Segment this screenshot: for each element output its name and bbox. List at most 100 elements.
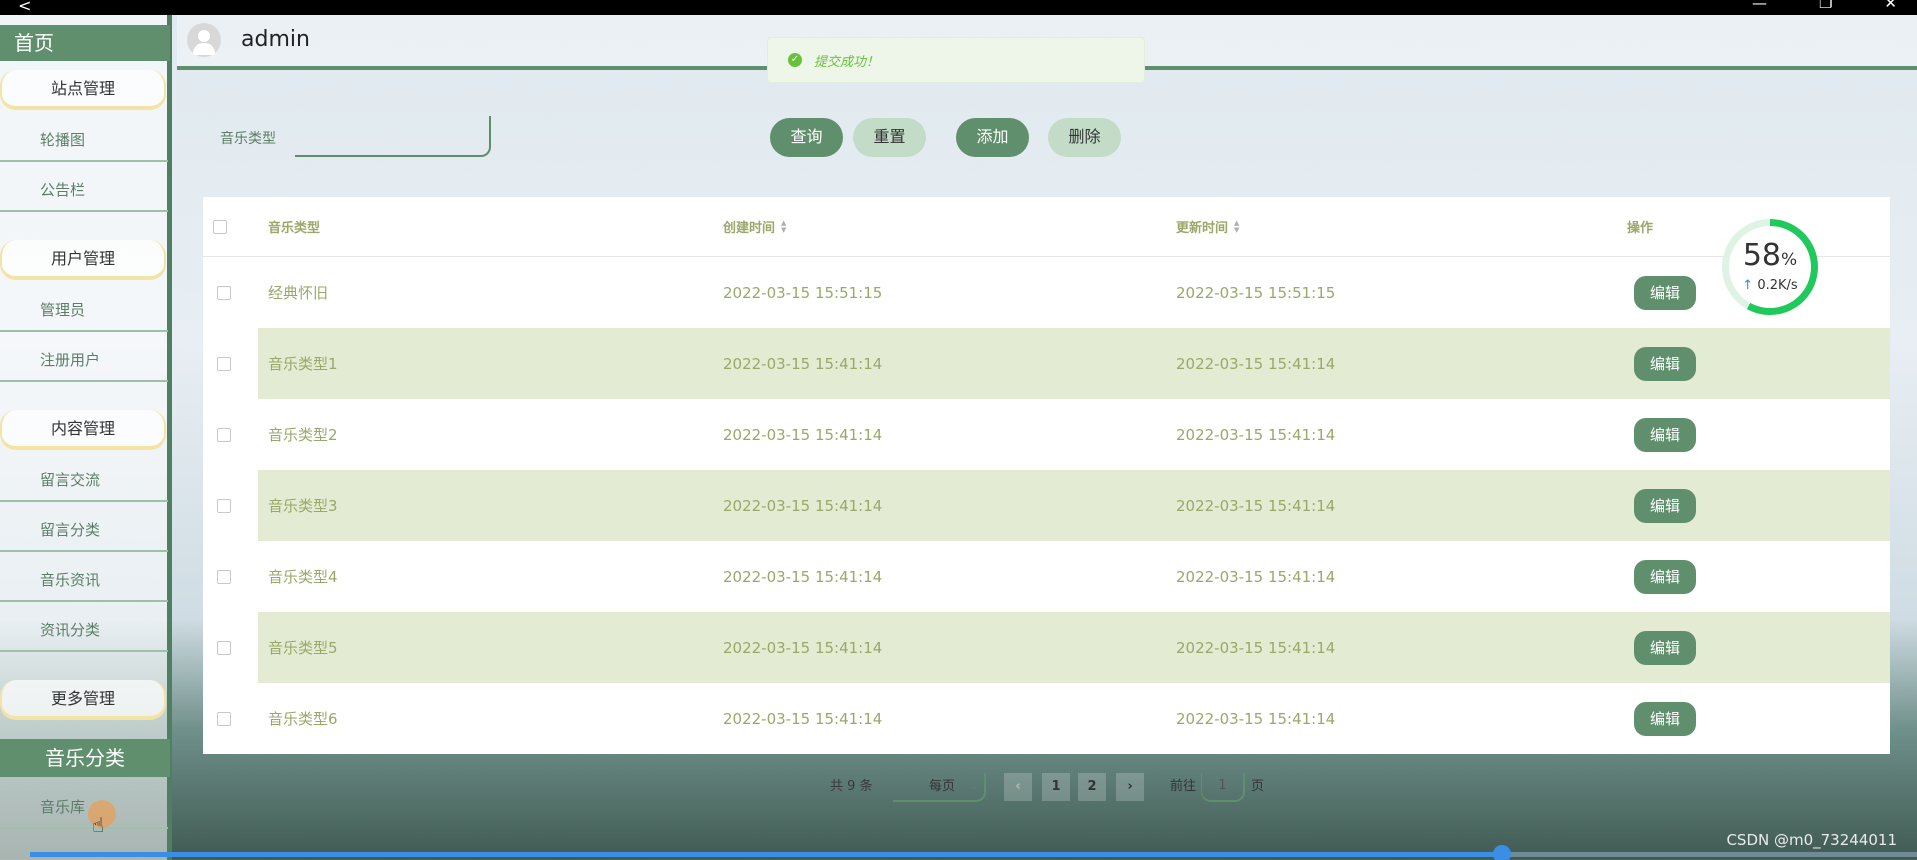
cell-type: 音乐类型3: [268, 497, 338, 515]
sidebar-group-music-category[interactable]: 音乐分类: [0, 739, 170, 777]
cell-updated: 2022-03-15 15:41:14: [1176, 709, 1336, 728]
goto-page-input[interactable]: 1: [1201, 773, 1245, 802]
select-all-checkbox[interactable]: [213, 219, 227, 234]
watermark: CSDN @m0_73244011: [1726, 831, 1897, 849]
gauge-speed: ↑ 0.2K/s: [1742, 278, 1798, 293]
sidebar-item-notice[interactable]: 公告栏: [0, 170, 168, 212]
back-icon[interactable]: <: [18, 0, 31, 15]
sort-icon[interactable]: ▲ ▼: [1234, 219, 1239, 234]
sidebar: 首页 站点管理 轮播图 公告栏 用户管理 管理员 注册用户 内容管理 留言交流 …: [0, 15, 172, 860]
next-page-button[interactable]: ›: [1116, 773, 1144, 801]
table-body: 经典怀旧 2022-03-15 15:51:15 2022-03-15 15:51:…: [203, 257, 1890, 754]
video-progress-fill: [30, 852, 1502, 857]
header-created[interactable]: 创建时间 ▲ ▼: [723, 197, 786, 256]
edit-button[interactable]: 编辑: [1634, 559, 1696, 594]
query-button[interactable]: 查询: [770, 118, 843, 157]
table-row: 音乐类型1 2022-03-15 15:41:14 2022-03-15 15:41…: [203, 328, 1890, 399]
sidebar-home[interactable]: 首页: [0, 25, 170, 61]
sidebar-item-registered-users[interactable]: 注册用户: [0, 340, 168, 382]
cell-action: 编辑: [1634, 541, 1696, 612]
cell-created: 2022-03-15 15:41:14: [723, 425, 883, 444]
sidebar-item-music-news[interactable]: 音乐资讯: [0, 560, 168, 602]
music-type-table: 音乐类型 创建时间 ▲ ▼ 更新时间 ▲ ▼ 操作 经典怀旧 2022-03-15 15:…: [203, 197, 1890, 754]
page-2-button[interactable]: 2: [1078, 773, 1106, 801]
sidebar-item-admin[interactable]: 管理员: [0, 290, 168, 332]
cell-created: 2022-03-15 15:41:14: [723, 638, 883, 657]
cell-action: 编辑: [1634, 328, 1696, 399]
table-row: 音乐类型5 2022-03-15 15:41:14 2022-03-15 15:41…: [203, 612, 1890, 683]
sidebar-group-site[interactable]: 站点管理: [0, 70, 166, 110]
gauge-percent: 58%: [1742, 238, 1798, 273]
cell-updated: 2022-03-15 15:41:14: [1176, 496, 1336, 515]
page-unit-label: 页: [1251, 779, 1265, 794]
edit-button[interactable]: 编辑: [1634, 488, 1696, 523]
cell-type: 音乐类型6: [268, 710, 338, 728]
table-row: 音乐类型6 2022-03-15 15:41:14 2022-03-15 15:41…: [203, 683, 1890, 754]
row-checkbox[interactable]: [217, 427, 231, 442]
cell-created: 2022-03-15 15:41:14: [723, 709, 883, 728]
delete-button[interactable]: 删除: [1048, 118, 1121, 157]
sidebar-item-music-library[interactable]: 音乐库: [0, 787, 168, 829]
row-checkbox[interactable]: [217, 711, 231, 726]
row-checkbox[interactable]: [217, 285, 231, 300]
cell-created: 2022-03-15 15:41:14: [723, 354, 883, 373]
chevron-down-icon: ⌄: [969, 781, 978, 792]
edit-button[interactable]: 编辑: [1634, 701, 1696, 736]
cell-action: 编辑: [1634, 257, 1696, 328]
music-type-input[interactable]: [295, 116, 491, 157]
sidebar-group-more[interactable]: 更多管理: [0, 680, 166, 720]
cell-updated: 2022-03-15 15:41:14: [1176, 638, 1336, 657]
edit-button[interactable]: 编辑: [1634, 346, 1696, 381]
network-speed-gauge: 58% ↑ 0.2K/s: [1722, 219, 1818, 315]
cell-updated: 2022-03-15 15:51:15: [1176, 283, 1336, 302]
cell-type: 经典怀旧: [268, 284, 329, 302]
search-label: 音乐类型: [220, 131, 276, 147]
table-row: 经典怀旧 2022-03-15 15:51:15 2022-03-15 15:51:…: [203, 257, 1890, 328]
row-checkbox[interactable]: [217, 356, 231, 371]
table-row: 音乐类型4 2022-03-15 15:41:14 2022-03-15 15:41…: [203, 541, 1890, 612]
cell-updated: 2022-03-15 15:41:14: [1176, 567, 1336, 586]
cell-action: 编辑: [1634, 683, 1696, 754]
upload-arrow-icon: ↑: [1742, 278, 1754, 293]
header-updated[interactable]: 更新时间 ▲ ▼: [1176, 197, 1239, 256]
cell-updated: 2022-03-15 15:41:14: [1176, 425, 1336, 444]
page-1-button[interactable]: 1: [1042, 773, 1070, 801]
success-toast: ✓ 提交成功！: [767, 37, 1145, 83]
toast-message: 提交成功！: [814, 55, 880, 70]
window-titlebar: < — ❐ ✕: [0, 0, 1917, 15]
table-row: 音乐类型2 2022-03-15 15:41:14 2022-03-15 15:41…: [203, 399, 1890, 470]
cell-created: 2022-03-15 15:51:15: [723, 283, 883, 302]
header-action: 操作: [1627, 221, 1654, 236]
minimize-icon[interactable]: —: [1752, 0, 1767, 12]
cell-created: 2022-03-15 15:41:14: [723, 496, 883, 515]
edit-button[interactable]: 编辑: [1634, 275, 1696, 310]
close-icon[interactable]: ✕: [1884, 0, 1897, 12]
row-checkbox[interactable]: [217, 498, 231, 513]
sidebar-item-news-category[interactable]: 资讯分类: [0, 610, 168, 652]
header-type: 音乐类型: [268, 221, 321, 236]
edit-button[interactable]: 编辑: [1634, 630, 1696, 665]
sidebar-group-users[interactable]: 用户管理: [0, 240, 166, 280]
video-progress-handle[interactable]: [1492, 845, 1511, 860]
sort-icon[interactable]: ▲ ▼: [781, 219, 786, 234]
sidebar-group-content[interactable]: 内容管理: [0, 410, 166, 450]
edit-button[interactable]: 编辑: [1634, 417, 1696, 452]
avatar[interactable]: [187, 23, 221, 57]
cell-action: 编辑: [1634, 612, 1696, 683]
sidebar-item-carousel[interactable]: 轮播图: [0, 120, 168, 162]
row-checkbox[interactable]: [217, 640, 231, 655]
cell-action: 编辑: [1634, 470, 1696, 541]
hand-cursor-icon: ☝: [92, 813, 105, 837]
page-size-select[interactable]: 每页 ⌄: [893, 773, 986, 802]
username: admin: [241, 27, 310, 52]
pagination-total: 共 9 条: [830, 779, 873, 794]
goto-label: 前往: [1170, 779, 1197, 794]
video-progress-bar[interactable]: [30, 845, 1917, 860]
sidebar-item-message-category[interactable]: 留言分类: [0, 510, 168, 552]
add-button[interactable]: 添加: [956, 118, 1029, 157]
row-checkbox[interactable]: [217, 569, 231, 584]
sidebar-item-messages[interactable]: 留言交流: [0, 460, 168, 502]
prev-page-button[interactable]: ‹: [1004, 773, 1032, 801]
reset-button[interactable]: 重置: [853, 118, 926, 157]
restore-icon[interactable]: ❐: [1819, 0, 1832, 12]
